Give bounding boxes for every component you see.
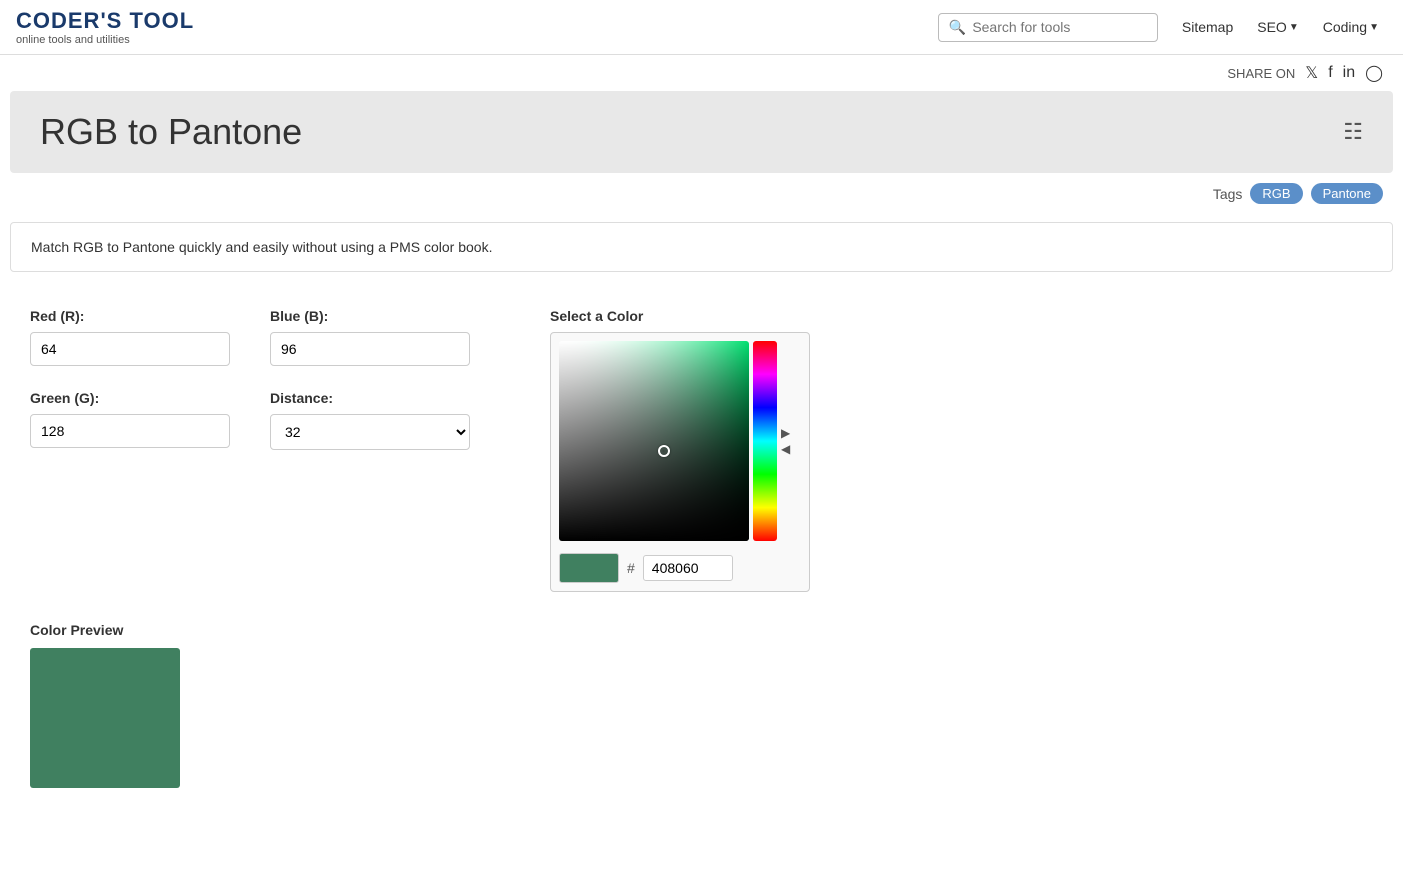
share-bar: SHARE ON 𝕏 f in ◯ (0, 55, 1403, 91)
color-picker-main: ▶ ◀ (559, 341, 801, 541)
logo-subtitle: online tools and utilities (16, 34, 194, 46)
nav-seo[interactable]: SEO ▼ (1249, 15, 1306, 39)
logo: CODER'S TOOL online tools and utilities (16, 8, 194, 46)
nav-coding[interactable]: Coding ▼ (1315, 15, 1387, 39)
color-picker-box[interactable]: ▶ ◀ # (550, 332, 810, 592)
tags-label: Tags (1213, 186, 1243, 202)
settings-icon[interactable]: ☷ (1343, 119, 1363, 145)
tag-pantone[interactable]: Pantone (1311, 183, 1383, 204)
color-preview-section: Color Preview (30, 622, 1373, 788)
description-text: Match RGB to Pantone quickly and easily … (31, 239, 492, 255)
blue-label: Blue (B): (270, 308, 470, 324)
blue-field-group: Blue (B): (270, 308, 470, 366)
color-preview-block (30, 648, 180, 788)
search-input[interactable] (972, 19, 1147, 35)
color-swatch-small (559, 553, 619, 583)
hex-symbol: # (627, 560, 635, 576)
search-icon: 🔍 (949, 19, 966, 36)
search-box[interactable]: 🔍 (938, 13, 1158, 42)
color-preview-label: Color Preview (30, 622, 1373, 638)
color-bottom: # (559, 553, 801, 583)
reddit-icon[interactable]: ◯ (1365, 63, 1383, 83)
red-field-group: Red (R): (30, 308, 230, 366)
color-picker-label: Select a Color (550, 308, 810, 324)
main-content: Red (R): Blue (B): Green (G): Distance: (10, 288, 1393, 808)
description-box: Match RGB to Pantone quickly and easily … (10, 222, 1393, 272)
twitter-icon[interactable]: 𝕏 (1305, 63, 1318, 83)
navbar: CODER'S TOOL online tools and utilities … (0, 0, 1403, 55)
red-label: Red (R): (30, 308, 230, 324)
green-input[interactable] (30, 414, 230, 448)
nav-sitemap[interactable]: Sitemap (1174, 15, 1241, 39)
red-input[interactable] (30, 332, 230, 366)
coding-dropdown-arrow: ▼ (1369, 22, 1379, 33)
green-label: Green (G): (30, 390, 230, 406)
color-picker-cursor (658, 445, 670, 457)
blue-input[interactable] (270, 332, 470, 366)
distance-select[interactable]: 16 32 64 128 (270, 414, 470, 450)
linkedin-icon[interactable]: in (1343, 64, 1355, 82)
hue-arrow-left[interactable]: ◀ (781, 442, 790, 456)
distance-field-group: Distance: 16 32 64 128 (270, 390, 470, 450)
nav-links: Sitemap SEO ▼ Coding ▼ (1174, 15, 1387, 39)
share-label: SHARE ON (1227, 66, 1295, 81)
tags-row: Tags RGB Pantone (0, 173, 1403, 214)
fields-row: Red (R): Blue (B): Green (G): Distance: (30, 308, 1373, 592)
logo-title: CODER'S TOOL (16, 8, 194, 34)
hue-slider[interactable] (753, 341, 777, 541)
tag-rgb[interactable]: RGB (1250, 183, 1302, 204)
page-title: RGB to Pantone (40, 111, 302, 153)
seo-dropdown-arrow: ▼ (1289, 22, 1299, 33)
color-picker-section: Select a Color ▶ ◀ (550, 308, 810, 592)
gradient-dark-overlay (559, 341, 749, 541)
hue-arrow-right[interactable]: ▶ (781, 426, 790, 440)
distance-label: Distance: (270, 390, 470, 406)
green-field-group: Green (G): (30, 390, 230, 450)
hex-input[interactable] (643, 555, 733, 581)
hue-slider-wrap: ▶ ◀ (753, 341, 790, 541)
page-header: RGB to Pantone ☷ (10, 91, 1393, 173)
facebook-icon[interactable]: f (1328, 64, 1332, 82)
color-gradient-canvas[interactable] (559, 341, 749, 541)
